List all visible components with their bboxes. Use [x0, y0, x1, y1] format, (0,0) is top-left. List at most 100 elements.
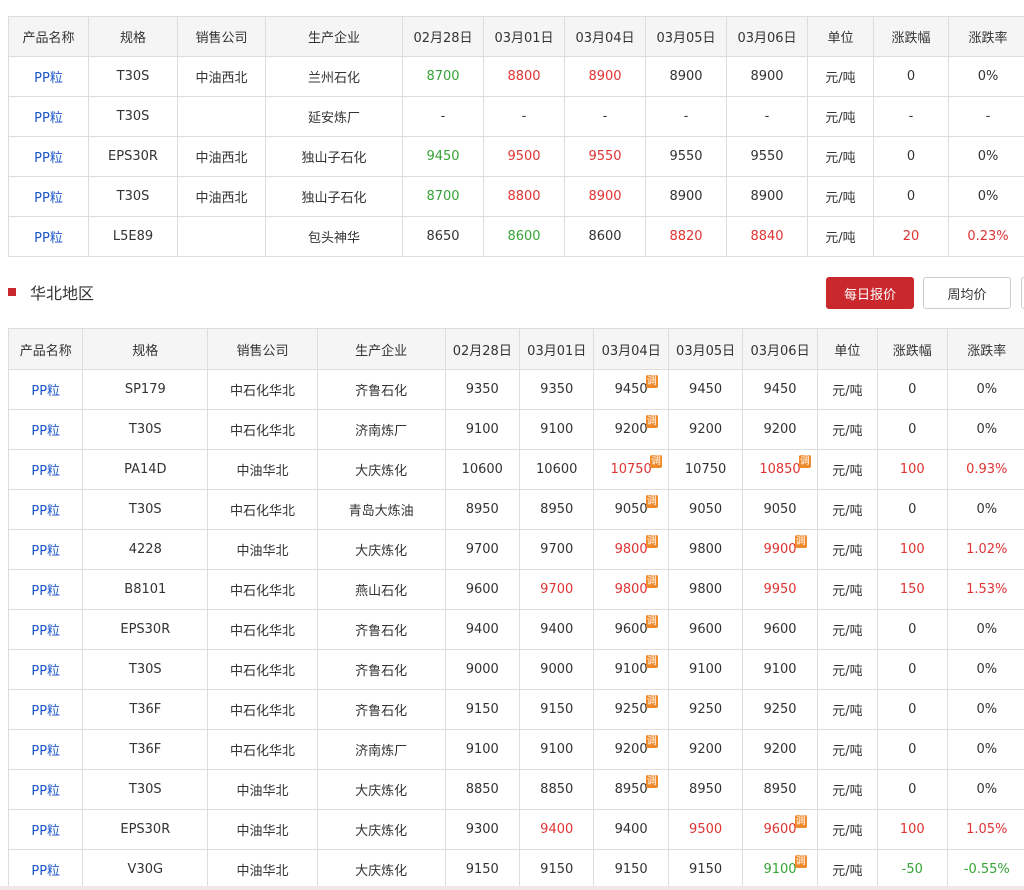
- product-link[interactable]: PP粒: [8, 56, 89, 97]
- price-value: 9100: [540, 742, 574, 757]
- price-adjust-icon[interactable]: 调: [794, 815, 807, 828]
- price-value: 8900: [669, 189, 703, 204]
- product-link[interactable]: PP粒: [7, 689, 84, 730]
- unit-cell: 元/吨: [816, 809, 879, 850]
- product-link[interactable]: PP粒: [8, 176, 89, 217]
- product-link[interactable]: PP粒: [7, 449, 84, 490]
- price-cell: 9600 调: [593, 609, 669, 650]
- price-value: 9950: [763, 582, 797, 597]
- price-adjust-icon[interactable]: 调: [645, 655, 658, 668]
- price-cell: 9600: [667, 609, 744, 650]
- producer-cell: 延安炼厂: [265, 96, 403, 137]
- price-value: 9400: [540, 622, 574, 637]
- spec-cell: EPS30R: [88, 136, 178, 177]
- price-value: 9800: [689, 582, 723, 597]
- product-link[interactable]: PP粒: [7, 729, 84, 770]
- product-link[interactable]: PP粒: [7, 409, 84, 450]
- price-adjust-icon[interactable]: 调: [645, 415, 658, 428]
- price-adjust-icon[interactable]: 调: [645, 775, 658, 788]
- change-cell: 20: [873, 216, 949, 257]
- price-adjust-icon[interactable]: 调: [794, 535, 807, 548]
- price-adjust-icon[interactable]: 调: [645, 375, 658, 388]
- price-adjust-icon[interactable]: 调: [645, 535, 658, 548]
- table-row: PP粒 EPS30R 中油西北 独山子石化 9450 9500 9550 9550 9550 元/…: [8, 136, 1024, 177]
- price-adjust-icon[interactable]: 调: [798, 455, 811, 468]
- price-value-wrap: 8900: [750, 69, 783, 84]
- price-value-wrap: 8700: [426, 69, 459, 84]
- price-value: 9200: [689, 742, 723, 757]
- price-value-wrap: 9400: [540, 822, 573, 837]
- producer-cell: 大庆炼化: [316, 529, 446, 570]
- price-cell: 9800 调: [593, 569, 669, 610]
- product-link[interactable]: PP粒: [7, 769, 84, 810]
- company-cell: 中石化华北: [207, 489, 318, 530]
- unit-cell: 元/吨: [807, 56, 874, 97]
- unit-cell: 元/吨: [816, 689, 879, 730]
- product-link[interactable]: PP粒: [7, 609, 84, 650]
- price-cell: -: [726, 96, 808, 137]
- price-value: 9450: [614, 382, 648, 397]
- price-value: 9800: [614, 542, 648, 557]
- product-link[interactable]: PP粒: [8, 96, 89, 137]
- product-link[interactable]: PP粒: [7, 369, 84, 410]
- price-value-wrap: 8950 调: [615, 775, 658, 797]
- unit-cell: 元/吨: [816, 489, 879, 530]
- section-marker-icon: [8, 288, 16, 296]
- price-cell: 8850: [444, 769, 521, 810]
- product-link[interactable]: PP粒: [7, 649, 84, 690]
- price-value-wrap: 9800 调: [614, 535, 658, 557]
- price-cell: 8950: [518, 489, 595, 530]
- product-link[interactable]: PP粒: [7, 569, 84, 610]
- table-row: PP粒 L5E89 包头神华 8650 8600 8600 8820 8840 元/吨 20 0.2…: [8, 216, 1024, 257]
- product-link[interactable]: PP粒: [8, 136, 89, 177]
- price-value: 8900: [588, 69, 622, 84]
- unit-cell: 元/吨: [816, 449, 879, 490]
- daily-quote-button[interactable]: 每日报价: [826, 277, 914, 309]
- column-header: 03月01日: [483, 16, 565, 57]
- product-link[interactable]: PP粒: [7, 849, 84, 890]
- price-value: 9250: [689, 702, 723, 717]
- price-value: 9100: [465, 422, 499, 437]
- product-link[interactable]: PP粒: [8, 216, 89, 257]
- price-value: 9550: [588, 149, 622, 164]
- price-adjust-icon[interactable]: 调: [645, 615, 658, 628]
- price-cell: 8900: [564, 56, 646, 97]
- producer-cell: 大庆炼化: [316, 449, 446, 490]
- product-link[interactable]: PP粒: [7, 809, 84, 850]
- price-cell: 8950: [742, 769, 818, 810]
- table-row: PP粒 T30S 延安炼厂 - - - - - 元/吨 - -: [8, 96, 1024, 137]
- column-header: 销售公司: [177, 16, 266, 57]
- price-value: 9550: [750, 149, 784, 164]
- price-cell: 9550: [564, 136, 646, 177]
- price-cell: 8900: [564, 176, 646, 217]
- price-value: 8850: [540, 782, 574, 797]
- price-value: 9200: [763, 742, 797, 757]
- product-link[interactable]: PP粒: [7, 489, 84, 530]
- price-adjust-icon[interactable]: 调: [794, 855, 807, 868]
- price-adjust-icon[interactable]: 调: [645, 695, 658, 708]
- price-value: 9600: [465, 582, 499, 597]
- product-link[interactable]: PP粒: [7, 529, 84, 570]
- price-value-wrap: 8600: [507, 229, 540, 244]
- producer-cell: 燕山石化: [316, 569, 446, 610]
- unit-cell: 元/吨: [816, 649, 879, 690]
- spec-cell: T36F: [82, 689, 209, 730]
- price-adjust-icon[interactable]: 调: [645, 495, 658, 508]
- table-row: PP粒 SP179 中石化华北 齐鲁石化 9350 9350 9450 调 9450 9450 元/…: [7, 369, 1024, 410]
- unit-cell: 元/吨: [816, 529, 879, 570]
- change-cell: 0: [877, 609, 948, 650]
- spec-cell: T30S: [88, 96, 178, 137]
- price-adjust-icon[interactable]: 调: [649, 455, 662, 468]
- price-value-wrap: -: [603, 109, 608, 124]
- price-adjust-icon[interactable]: 调: [645, 735, 658, 748]
- spec-cell: T36F: [82, 729, 209, 770]
- price-value: 10750: [684, 462, 727, 477]
- price-value: 9400: [614, 822, 648, 837]
- table-row: PP粒 T30S 中油西北 独山子石化 8700 8800 8900 8900 8900 元/吨 0…: [8, 176, 1024, 217]
- column-header: 03月06日: [726, 16, 808, 57]
- weekly-average-button[interactable]: 周均价: [923, 277, 1011, 309]
- price-value: 9100: [689, 662, 723, 677]
- rate-cell: 0%: [948, 56, 1024, 97]
- price-cell: 9500: [667, 809, 744, 850]
- price-adjust-icon[interactable]: 调: [645, 575, 658, 588]
